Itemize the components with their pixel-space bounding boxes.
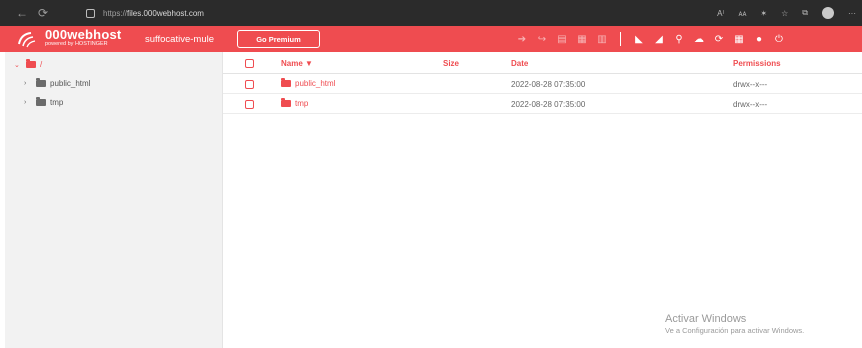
brand-name: 000webhost — [45, 27, 122, 42]
file-name-link[interactable]: tmp — [281, 98, 309, 108]
tree-item-tmp[interactable]: › tmp — [24, 97, 64, 107]
selection-tools: ➔ ↪ ▤ ▦ ▥ ◣ ◢ ⚲ ☁ ⟳ ▦ ● ⏻ — [512, 26, 789, 52]
reload-icon[interactable]: ⟳ — [38, 7, 48, 19]
select-all-checkbox[interactable] — [245, 59, 254, 68]
file-name: tmp — [295, 99, 309, 108]
extensions-icon[interactable]: ✶ — [760, 9, 767, 18]
tree-root[interactable]: ⌄ / — [14, 59, 43, 69]
folder-tree: ⌄ / › public_html › tmp — [5, 52, 223, 348]
more-icon[interactable]: ··· — [848, 9, 856, 18]
lock-icon — [86, 8, 95, 18]
read-aloud-icon[interactable]: A⁾ — [717, 9, 724, 18]
table-row[interactable]: tmp 2022-08-28 07:35:00 drwx--x--- — [223, 94, 862, 114]
row-checkbox[interactable] — [245, 80, 254, 89]
move-icon[interactable]: ➔ — [512, 34, 532, 45]
browser-right-icons: A⁾ ᴀᴀ ✶ ☆ ⧉ ··· — [717, 0, 856, 26]
tree-item-label: tmp — [50, 98, 64, 107]
logo-icon — [18, 32, 36, 48]
file-permissions: drwx--x--- — [733, 80, 768, 89]
file-date: 2022-08-28 07:35:00 — [511, 100, 586, 109]
favorites-icon[interactable]: ☆ — [781, 9, 788, 18]
site-name: suffocative-mule — [145, 34, 214, 45]
grid-view-icon[interactable]: ▦ — [729, 34, 749, 45]
delete-icon[interactable]: ▥ — [592, 34, 612, 45]
file-permissions: drwx--x--- — [733, 100, 768, 109]
collections-icon[interactable]: ⧉ — [802, 8, 808, 18]
archive-icon[interactable]: ▦ — [572, 34, 592, 45]
table-row[interactable]: public_html 2022-08-28 07:35:00 drwx--x-… — [223, 74, 862, 94]
profile-icon[interactable] — [822, 7, 834, 19]
upload-icon[interactable]: ☁ — [689, 34, 709, 45]
tree-root-label: / — [40, 60, 43, 69]
tree-item-label: public_html — [50, 79, 91, 88]
brand: 000webhost powered by HOSTINGER — [45, 27, 122, 48]
help-icon[interactable]: ● — [749, 34, 769, 45]
folder-icon — [281, 98, 291, 107]
app-header: 000webhost powered by HOSTINGER suffocat… — [0, 26, 862, 52]
go-premium-button[interactable]: Go Premium — [237, 30, 320, 48]
column-permissions[interactable]: Permissions — [733, 59, 781, 68]
column-size[interactable]: Size — [443, 59, 459, 68]
brand-sub: powered by HOSTINGER — [45, 41, 108, 47]
power-icon[interactable]: ⏻ — [769, 34, 789, 45]
column-date[interactable]: Date — [511, 59, 528, 68]
chevron-right-icon[interactable]: › — [24, 99, 36, 106]
table-header: Name ▼ Size Date Permissions — [223, 52, 862, 74]
rename-icon[interactable]: ↪ — [532, 34, 552, 45]
watermark-subtitle: Ve a Configuración para activar Windows. — [665, 326, 805, 335]
file-date: 2022-08-28 07:35:00 — [511, 80, 586, 89]
refresh-icon[interactable]: ⟳ — [709, 34, 729, 45]
windows-activation-watermark: Activar Windows Ve a Configuración para … — [665, 313, 804, 335]
folder-icon — [36, 97, 46, 106]
search-icon[interactable]: ⚲ — [669, 34, 689, 45]
new-file-icon[interactable]: ◣ — [629, 34, 649, 45]
new-folder-icon[interactable]: ◢ — [649, 34, 669, 45]
chevron-down-icon[interactable]: ⌄ — [14, 61, 26, 69]
address-bar[interactable]: https://files.000webhost.com — [82, 5, 670, 21]
tree-item-public-html[interactable]: › public_html — [24, 78, 91, 88]
watermark-title: Activar Windows — [665, 313, 747, 325]
url-protocol: https:// — [103, 8, 128, 18]
address-url[interactable]: https://files.000webhost.com — [103, 9, 204, 18]
file-list: Name ▼ Size Date Permissions public_html… — [223, 52, 862, 348]
toolbar-divider — [620, 32, 621, 46]
browser-nav: ← ⟳ — [0, 7, 82, 19]
url-host: files.000webhost.com — [127, 8, 204, 18]
browser-toolbar: ← ⟳ https://files.000webhost.com A⁾ ᴀᴀ ✶… — [0, 0, 862, 26]
column-name[interactable]: Name ▼ — [281, 59, 313, 68]
file-name: public_html — [295, 79, 336, 88]
back-icon[interactable]: ← — [16, 7, 28, 19]
download-icon[interactable]: ▤ — [552, 34, 572, 45]
row-checkbox[interactable] — [245, 100, 254, 109]
folder-icon — [36, 78, 46, 87]
folder-open-icon — [26, 59, 36, 68]
file-name-link[interactable]: public_html — [281, 78, 336, 88]
folder-icon — [281, 78, 291, 87]
chevron-right-icon[interactable]: › — [24, 80, 36, 87]
translate-icon[interactable]: ᴀᴀ — [738, 9, 746, 18]
